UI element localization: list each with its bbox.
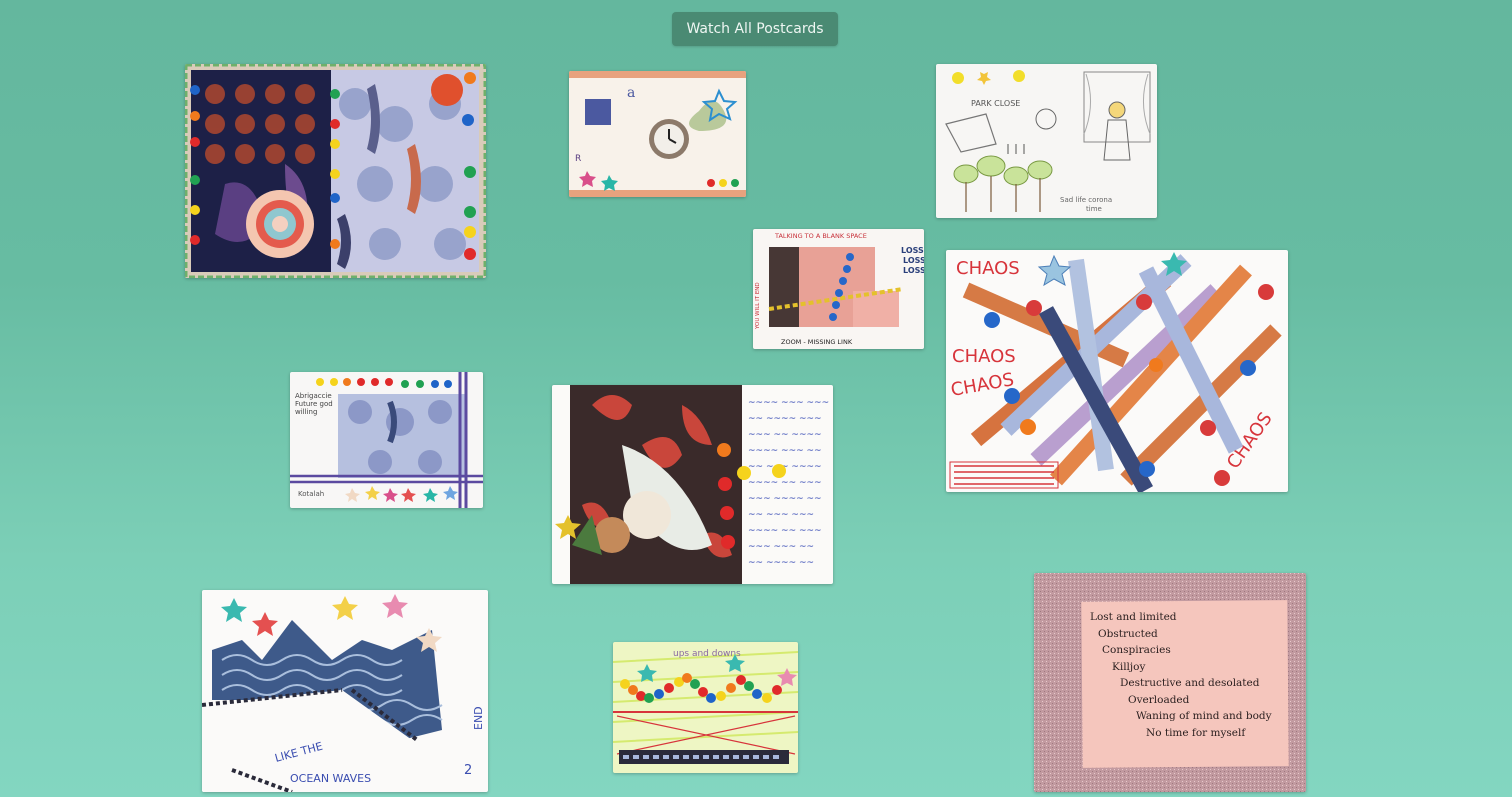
blank-space-caption: ZOOM - MISSING LINK xyxy=(781,338,853,346)
postcard-ups-downs[interactable]: ups and downs xyxy=(613,642,798,773)
future-god-text: Future god xyxy=(295,400,333,408)
postcard-koi-floral[interactable] xyxy=(185,64,486,278)
chaos-text-2: CHAOS xyxy=(952,346,1016,367)
svg-text:~~~~ ~~~ ~~: ~~~~ ~~~ ~~ xyxy=(748,446,822,456)
blank-space-side-text: YOU WILL IT END xyxy=(755,282,761,330)
willing-text: willing xyxy=(295,408,317,416)
park-signature: Sad life corona xyxy=(1060,196,1112,204)
postcard-chaos-image: CHAOS CHAOS CHAOS CHAOS xyxy=(946,250,1288,492)
postcard-collage-clock[interactable]: a R xyxy=(569,71,746,197)
ups-and-downs-text: ups and downs xyxy=(673,649,741,659)
svg-text:~~ ~~~~ ~~: ~~ ~~~~ ~~ xyxy=(748,558,814,568)
loss-text-1: LOSS xyxy=(901,246,924,255)
svg-text:~~~~ ~~ ~~~: ~~~~ ~~ ~~~ xyxy=(748,478,822,488)
poem-line-7: Waning of mind and body xyxy=(1136,710,1272,722)
park-signature-time: time xyxy=(1086,205,1102,213)
svg-text:~~~~ ~~~ ~~~: ~~~~ ~~~ ~~~ xyxy=(748,398,829,408)
postcard-park-close-image: PARK CLOSE Sad life corona time xyxy=(936,64,1157,218)
svg-text:~~~ ~~~ ~~: ~~~ ~~~ ~~ xyxy=(748,542,814,552)
watch-all-postcards-button[interactable]: Watch All Postcards xyxy=(672,12,838,46)
lockdown-poem: Lost and limited Obstructed Conspiracies… xyxy=(1090,609,1290,741)
ocean-number: 2 xyxy=(464,763,472,778)
poem-line-8: No time for myself xyxy=(1146,726,1246,739)
ocean-text-2: OCEAN WAVES xyxy=(290,772,371,785)
svg-text:~~ ~~~ ~~~: ~~ ~~~ ~~~ xyxy=(748,510,814,520)
postcard-park-close[interactable]: PARK CLOSE Sad life corona time xyxy=(936,64,1157,218)
abrigaccie-signature: Kotalah xyxy=(298,490,324,498)
svg-text:~~~ ~~~~ ~~: ~~~ ~~~~ ~~ xyxy=(748,494,822,504)
poem-line-5: Destructive and desolated xyxy=(1120,677,1260,689)
poem-line-3: Conspiracies xyxy=(1102,644,1171,656)
postcard-koi-floral-image xyxy=(185,64,486,278)
postcard-ocean-waves[interactable]: LIKE THE OCEAN WAVES END 2 xyxy=(202,590,488,792)
chaos-text-1: CHAOS xyxy=(956,258,1020,279)
svg-text:~~ ~~~~ ~~~: ~~ ~~~~ ~~~ xyxy=(748,414,822,424)
postcard-collage-clock-image: a R xyxy=(569,71,746,197)
svg-text:~~~ ~~ ~~~~: ~~~ ~~ ~~~~ xyxy=(748,430,822,440)
svg-text:a: a xyxy=(627,85,635,101)
blank-space-title: TALKING TO A BLANK SPACE xyxy=(774,232,867,240)
postcard-lockdown[interactable]: Lost and limited Obstructed Conspiracies… xyxy=(1034,573,1306,792)
postcard-arabic-script-image: ~~~~ ~~~ ~~~ ~~ ~~~~ ~~~ ~~~ ~~ ~~~~ ~~~~ … xyxy=(552,385,833,584)
postcard-blank-space[interactable]: TALKING TO A BLANK SPACE LOSS LOSS LOSS … xyxy=(753,229,924,349)
svg-text:~~~~ ~~ ~~~: ~~~~ ~~ ~~~ xyxy=(748,526,822,536)
postcard-chaos[interactable]: CHAOS CHAOS CHAOS CHAOS xyxy=(946,250,1288,492)
postcard-ocean-waves-image: LIKE THE OCEAN WAVES END 2 xyxy=(202,590,488,792)
ocean-end-text: END xyxy=(472,706,485,730)
loss-text-3: LOSS xyxy=(903,266,924,275)
poem-line-6: Overloaded xyxy=(1128,693,1190,706)
poem-line-2: Obstructed xyxy=(1098,627,1158,640)
postcard-blank-space-image: TALKING TO A BLANK SPACE LOSS LOSS LOSS … xyxy=(753,229,924,349)
poem-line-4: Killjoy xyxy=(1112,660,1146,673)
abrigaccie-text: Abrigaccie xyxy=(295,392,332,400)
poem-line-1: Lost and limited xyxy=(1090,611,1177,623)
postcard-abrigaccie[interactable]: Abrigaccie Future god willing Kotalah xyxy=(290,372,483,508)
postcard-abrigaccie-image: Abrigaccie Future god willing Kotalah xyxy=(290,372,483,508)
park-close-text: PARK CLOSE xyxy=(971,99,1020,108)
postcard-ups-downs-image: ups and downs xyxy=(613,642,798,773)
loss-text-2: LOSS xyxy=(903,256,924,265)
svg-text:R: R xyxy=(575,154,581,164)
postcard-arabic-script[interactable]: ~~~~ ~~~ ~~~ ~~ ~~~~ ~~~ ~~~ ~~ ~~~~ ~~~~ … xyxy=(552,385,833,584)
